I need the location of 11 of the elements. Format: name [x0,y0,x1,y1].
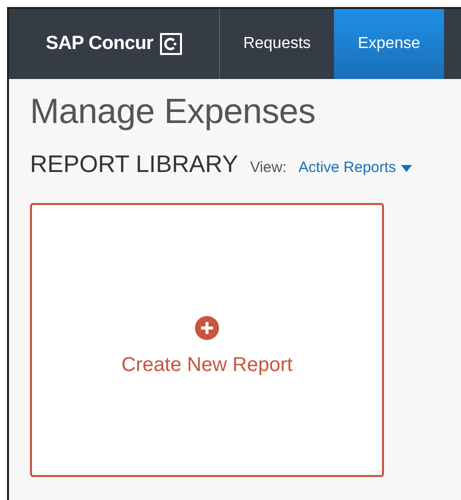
plus-circle-icon [195,316,219,340]
create-report-tile[interactable]: Create New Report [30,203,384,477]
caret-icon [401,164,412,172]
brand-name: SAP Concur [46,32,154,56]
nav-tab[interactable]: Requests [220,9,334,79]
page-title: Manage Expenses [30,91,316,133]
nav-tab[interactable]: Expense [334,9,444,79]
logo-icon [160,33,182,55]
view-label: View: [250,158,286,178]
view-dropdown[interactable]: Active Reports [298,157,412,180]
section-title: REPORT LIBRARY [30,150,238,180]
